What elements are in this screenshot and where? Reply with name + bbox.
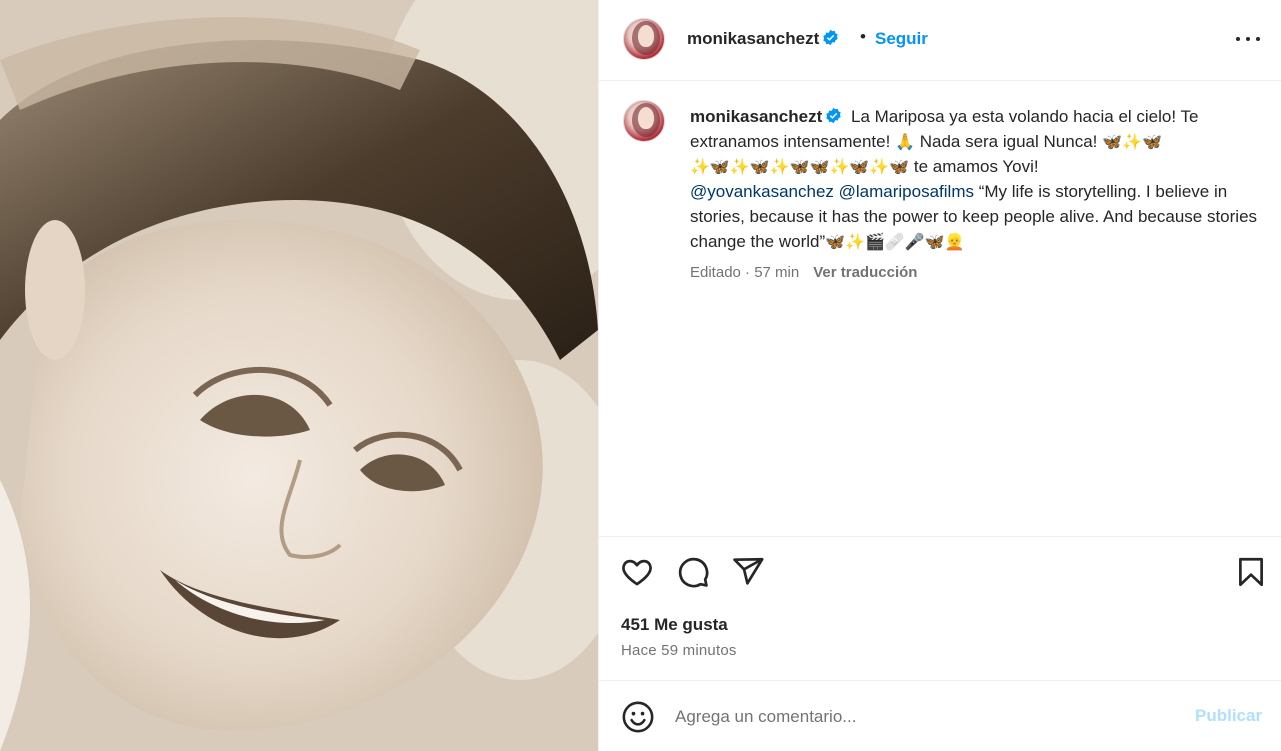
mention-yovankasanchez[interactable]: @yovankasanchez — [690, 182, 834, 201]
verified-badge-icon — [823, 29, 838, 46]
sparkle-butterfly-emoji-group: ✨🦋✨🦋✨🦋🦋✨🦋✨🦋 — [690, 157, 910, 176]
post-image[interactable] — [0, 0, 598, 751]
verified-badge-icon — [826, 107, 841, 124]
edited-timestamp: Editado · 57 min — [690, 264, 800, 281]
caption-part-3: te amamos Yovi! — [909, 157, 1039, 176]
comment-bar: Publicar — [599, 680, 1281, 751]
send-icon[interactable] — [731, 555, 765, 589]
post-actions: 451 Me gusta Hace 59 minutos — [599, 536, 1281, 679]
caption-username[interactable]: monikasanchezt — [690, 107, 842, 126]
post-time: Hace 59 minutos — [621, 642, 737, 659]
bookmark-icon[interactable] — [1234, 555, 1268, 589]
caption-text: monikasanchezt La Mariposa ya esta volan… — [690, 104, 1260, 254]
pray-emoji: 🙏 — [895, 132, 915, 151]
caption-part-2: Nada sera igual Nunca! — [914, 132, 1103, 151]
post-header: monikasanchezt • Seguir — [599, 0, 1281, 81]
ending-emoji-group: 🦋✨🎬🩹🎤🦋👱 — [825, 232, 965, 251]
caption-meta: Editado · 57 min Ver traducción — [690, 264, 917, 281]
likes-count[interactable]: 451 Me gusta — [621, 615, 728, 635]
publish-button[interactable]: Publicar — [1195, 706, 1262, 726]
comment-icon[interactable] — [676, 555, 710, 589]
mention-lamariposafilms[interactable]: @lamariposafilms — [839, 182, 974, 201]
emoji-smiley-icon[interactable] — [621, 700, 655, 734]
post-sidebar: monikasanchezt • Seguir monikasanchezt L… — [598, 0, 1281, 751]
caption-section: monikasanchezt La Mariposa ya esta volan… — [599, 82, 1281, 536]
author-username[interactable]: monikasanchezt — [687, 29, 839, 49]
follow-button[interactable]: Seguir — [875, 29, 928, 49]
butterfly-emoji-group: 🦋✨🦋 — [1102, 132, 1162, 151]
caption-avatar[interactable] — [623, 100, 665, 142]
separator-dot: • — [860, 27, 866, 46]
portrait-illustration — [0, 0, 598, 751]
heart-icon[interactable] — [620, 555, 654, 589]
more-options-icon[interactable] — [1235, 26, 1261, 52]
comment-input[interactable] — [675, 701, 1175, 733]
author-avatar[interactable] — [623, 18, 665, 60]
translate-link[interactable]: Ver traducción — [813, 264, 917, 281]
